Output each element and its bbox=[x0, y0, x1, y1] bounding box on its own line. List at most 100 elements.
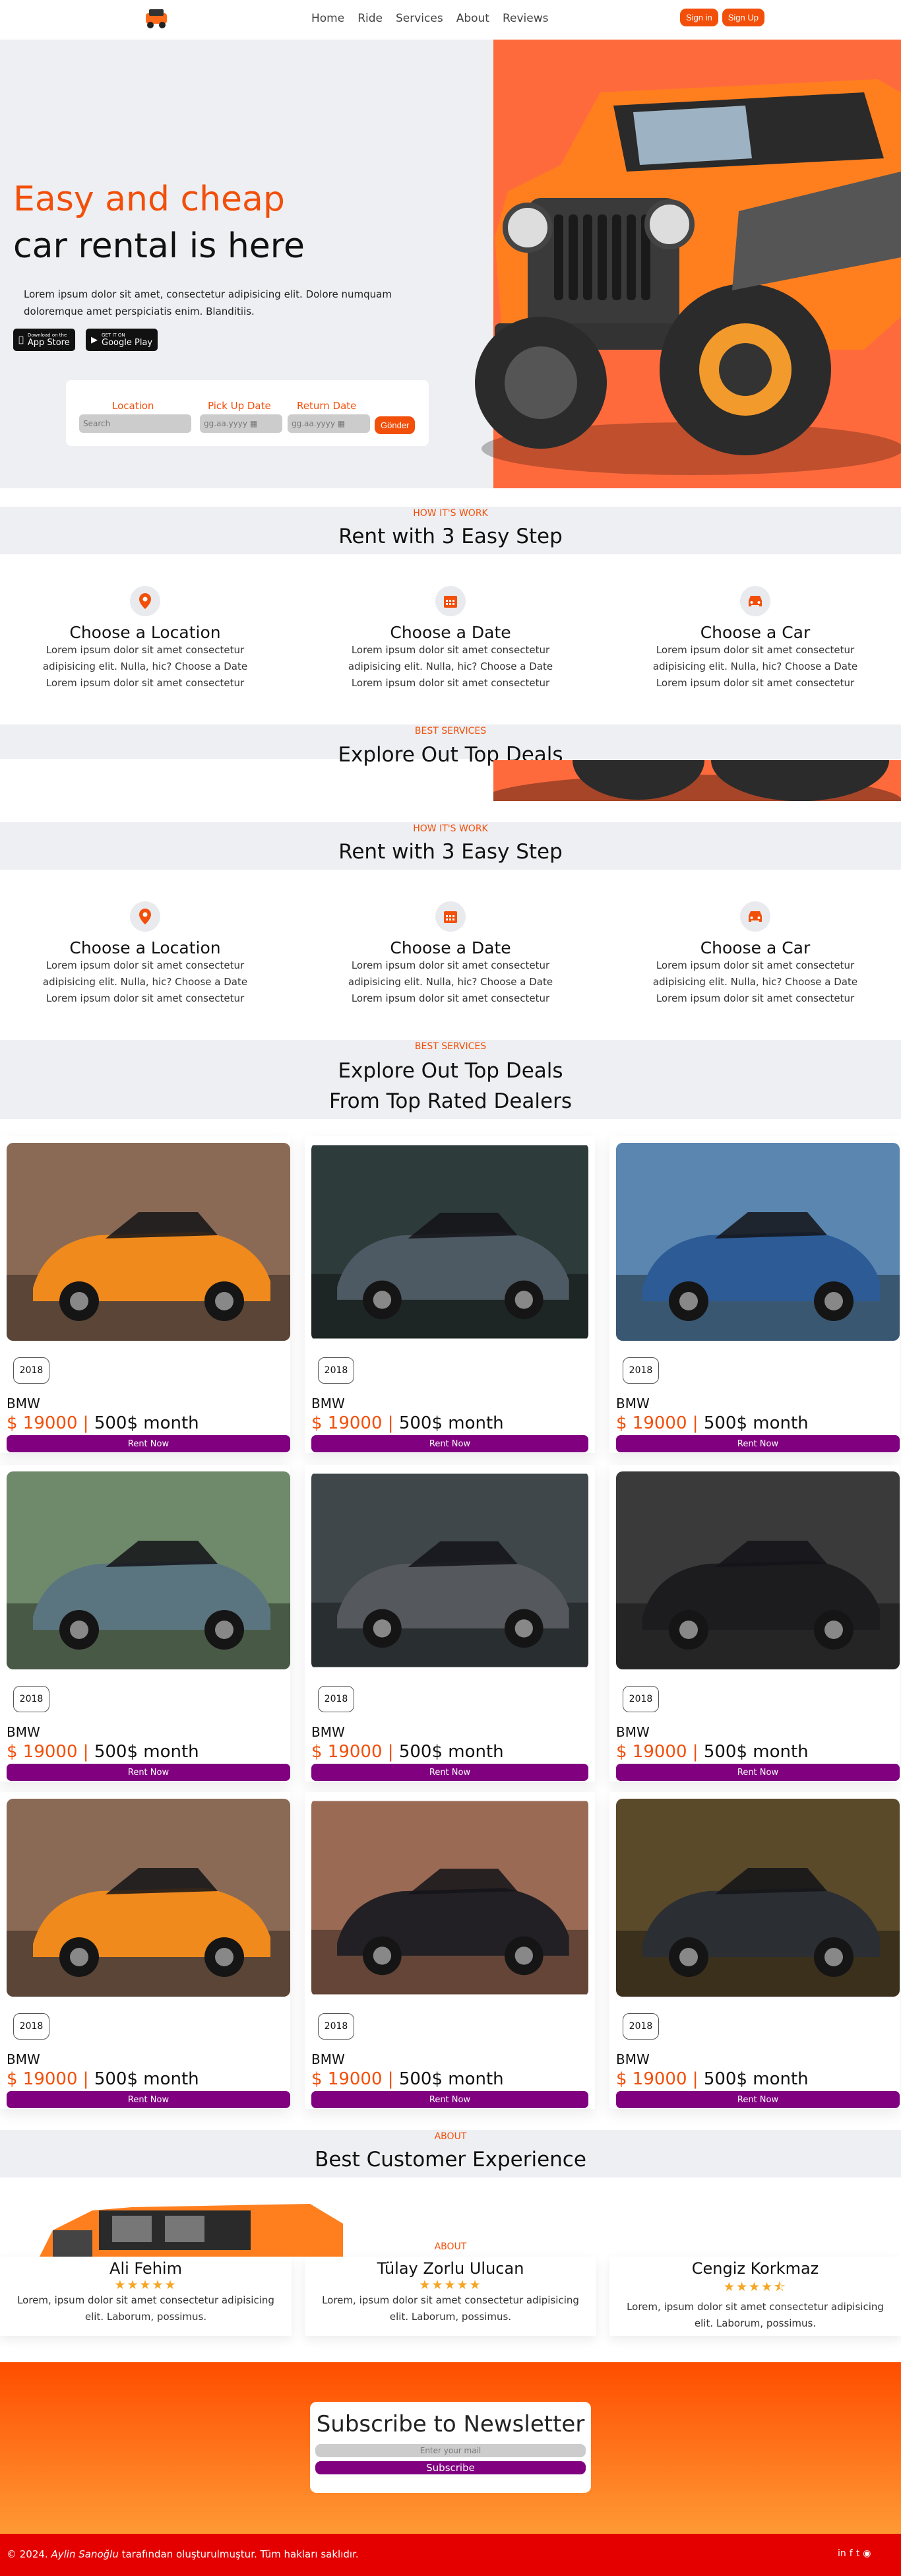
car-card: 2018 BMW $ 19000 | 500$ month Rent Now bbox=[305, 1465, 595, 1782]
rent-now-button[interactable]: Rent Now bbox=[616, 2091, 900, 2108]
rent-now-button[interactable]: Rent Now bbox=[311, 2091, 588, 2108]
subscribe-button[interactable]: Subscribe bbox=[315, 2461, 586, 2474]
rent-now-button[interactable]: Rent Now bbox=[616, 1435, 900, 1452]
location-pin-icon bbox=[130, 586, 160, 616]
car-card: 2018 BMW $ 19000 | 500$ month Rent Now bbox=[305, 1136, 595, 1453]
year-badge: 2018 bbox=[623, 1357, 659, 1384]
step-car: Choose a Car Lorem ipsum dolor sit amet … bbox=[623, 586, 887, 692]
step-location: Choose a Location Lorem ipsum dolor sit … bbox=[13, 901, 277, 1007]
logo-car-icon[interactable] bbox=[143, 7, 170, 30]
step-car: Choose a Car Lorem ipsum dolor sit amet … bbox=[623, 901, 887, 1007]
car-icon bbox=[740, 901, 770, 932]
rent-now-button[interactable]: Rent Now bbox=[7, 1435, 290, 1452]
car-card: 2018 BMW $ 19000 | 500$ month Rent Now bbox=[609, 1465, 900, 1782]
deals-eyebrow: BEST SERVICES bbox=[414, 1041, 487, 1052]
year-badge: 2018 bbox=[623, 1686, 659, 1712]
hero-title-line1: Easy and cheap bbox=[13, 179, 285, 219]
car-photo bbox=[311, 1143, 588, 1341]
nav-reviews[interactable]: Reviews bbox=[503, 12, 549, 25]
car-card: 2018 BMW $ 19000 | 500$ month Rent Now bbox=[0, 1792, 290, 2109]
car-photo bbox=[616, 1471, 900, 1669]
play-icon: ▶ bbox=[91, 335, 98, 345]
testimonial-card: Tülay Zorlu Ulucan ★★★★★ Lorem, ipsum do… bbox=[305, 2257, 596, 2336]
send-button[interactable]: Gönder bbox=[375, 416, 416, 434]
testimonial-text: Lorem, ipsum dolor sit amet consectetur … bbox=[627, 2301, 884, 2329]
car-card: 2018 BMW $ 19000 | 500$ month Rent Now bbox=[609, 1136, 900, 1453]
year-badge: 2018 bbox=[623, 2013, 659, 2040]
about-eyebrow: ABOUT bbox=[434, 2131, 467, 2142]
car-photo bbox=[616, 1799, 900, 1997]
location-input[interactable]: Search bbox=[79, 414, 191, 433]
testimonial-name: Ali Fehim bbox=[109, 2259, 182, 2278]
hero-repeat-strip bbox=[493, 760, 901, 801]
hero-description: Lorem ipsum dolor sit amet, consectetur … bbox=[24, 288, 392, 317]
car-photo bbox=[7, 1143, 290, 1341]
deals-title-line1: Explore Out Top Deals bbox=[338, 1059, 563, 1083]
app-store-button[interactable]:  Download on theApp Store bbox=[13, 329, 75, 351]
nav-about[interactable]: About bbox=[456, 12, 489, 25]
nav-services[interactable]: Services bbox=[396, 12, 443, 25]
rent-now-button[interactable]: Rent Now bbox=[311, 1435, 588, 1452]
car-price: $ 19000 | 500$ month bbox=[616, 1742, 809, 1762]
car-card: 2018 BMW $ 19000 | 500$ month Rent Now bbox=[305, 1792, 595, 2109]
car-price: $ 19000 | 500$ month bbox=[7, 1742, 199, 1762]
location-label: Location bbox=[112, 400, 154, 412]
jeep-wheel-image bbox=[493, 760, 901, 801]
twitter-icon[interactable]: t bbox=[856, 2548, 860, 2559]
newsletter-box: Subscribe to Newsletter Enter your mail … bbox=[310, 2402, 591, 2493]
car-photo bbox=[7, 1799, 290, 1997]
car-brand: BMW bbox=[7, 2051, 40, 2067]
newsletter-section: Subscribe to Newsletter Enter your mail … bbox=[0, 2362, 901, 2534]
rent-now-button[interactable]: Rent Now bbox=[311, 1764, 588, 1781]
social-icons: in f t ◉ bbox=[838, 2548, 871, 2559]
how-title-2: Rent with 3 Easy Step bbox=[338, 840, 563, 864]
car-brand: BMW bbox=[616, 1724, 650, 1740]
testimonial-name: Cengiz Korkmaz bbox=[691, 2259, 819, 2278]
car-card: 2018 BMW $ 19000 | 500$ month Rent Now bbox=[0, 1136, 290, 1453]
rent-now-button[interactable]: Rent Now bbox=[616, 1764, 900, 1781]
location-pin-icon bbox=[130, 901, 160, 932]
step-date: Choose a Date Lorem ipsum dolor sit amet… bbox=[319, 901, 582, 1007]
signup-button[interactable]: Sign Up bbox=[722, 9, 764, 26]
step-date: Choose a Date Lorem ipsum dolor sit amet… bbox=[319, 586, 582, 692]
car-photo bbox=[311, 1471, 588, 1669]
car-photo bbox=[7, 1471, 290, 1669]
calendar-icon bbox=[435, 901, 466, 932]
pickup-label: Pick Up Date bbox=[208, 400, 271, 412]
nav-ride[interactable]: Ride bbox=[357, 12, 383, 25]
return-date-input[interactable]: gg.aa.yyyy ▦ bbox=[288, 414, 370, 433]
deals-eyebrow-overlap: BEST SERVICES bbox=[414, 726, 487, 736]
calendar-icon: ▦ bbox=[337, 419, 346, 428]
rent-now-button[interactable]: Rent Now bbox=[7, 1764, 290, 1781]
instagram-icon[interactable]: ◉ bbox=[863, 2548, 871, 2559]
car-brand: BMW bbox=[616, 1396, 650, 1411]
testimonial-card: Ali Fehim ★★★★★ Lorem, ipsum dolor sit a… bbox=[0, 2257, 292, 2336]
linkedin-icon[interactable]: in bbox=[838, 2548, 846, 2559]
year-badge: 2018 bbox=[318, 1357, 354, 1384]
pickup-date-input[interactable]: gg.aa.yyyy ▦ bbox=[200, 414, 282, 433]
rent-now-button[interactable]: Rent Now bbox=[7, 2091, 290, 2108]
nav-links: Home Ride Services About Reviews bbox=[311, 12, 548, 25]
hero-title-line2: car rental is here bbox=[13, 226, 305, 266]
nav-home[interactable]: Home bbox=[311, 12, 344, 25]
newsletter-email-input[interactable]: Enter your mail bbox=[315, 2444, 586, 2457]
car-brand: BMW bbox=[616, 2051, 650, 2067]
google-play-button[interactable]: ▶ GET IT ON Google Play bbox=[86, 329, 158, 351]
year-badge: 2018 bbox=[13, 1686, 49, 1712]
car-price: $ 19000 | 500$ month bbox=[311, 1413, 504, 1433]
car-card: 2018 BMW $ 19000 | 500$ month Rent Now bbox=[609, 1792, 900, 2109]
copyright-text: © 2024. Aylin Sanoğlu tarafından oluştur… bbox=[7, 2548, 359, 2560]
car-brand: BMW bbox=[311, 1396, 345, 1411]
car-icon bbox=[740, 586, 770, 616]
how-eyebrow-1: HOW IT'S WORK bbox=[413, 508, 488, 519]
car-price: $ 19000 | 500$ month bbox=[311, 2069, 504, 2089]
car-price: $ 19000 | 500$ month bbox=[616, 2069, 809, 2089]
author-name: Aylin Sanoğlu bbox=[51, 2548, 119, 2560]
car-photo bbox=[311, 1799, 588, 1997]
facebook-icon[interactable]: f bbox=[850, 2548, 853, 2559]
car-price: $ 19000 | 500$ month bbox=[7, 1413, 199, 1433]
signin-button[interactable]: Sign in bbox=[680, 9, 718, 26]
testimonial-text: Lorem, ipsum dolor sit amet consectetur … bbox=[322, 2294, 579, 2323]
testimonial-card: Cengiz Korkmaz ★★★★⯪ Lorem, ipsum dolor … bbox=[609, 2257, 901, 2336]
return-label: Return Date bbox=[297, 400, 357, 412]
